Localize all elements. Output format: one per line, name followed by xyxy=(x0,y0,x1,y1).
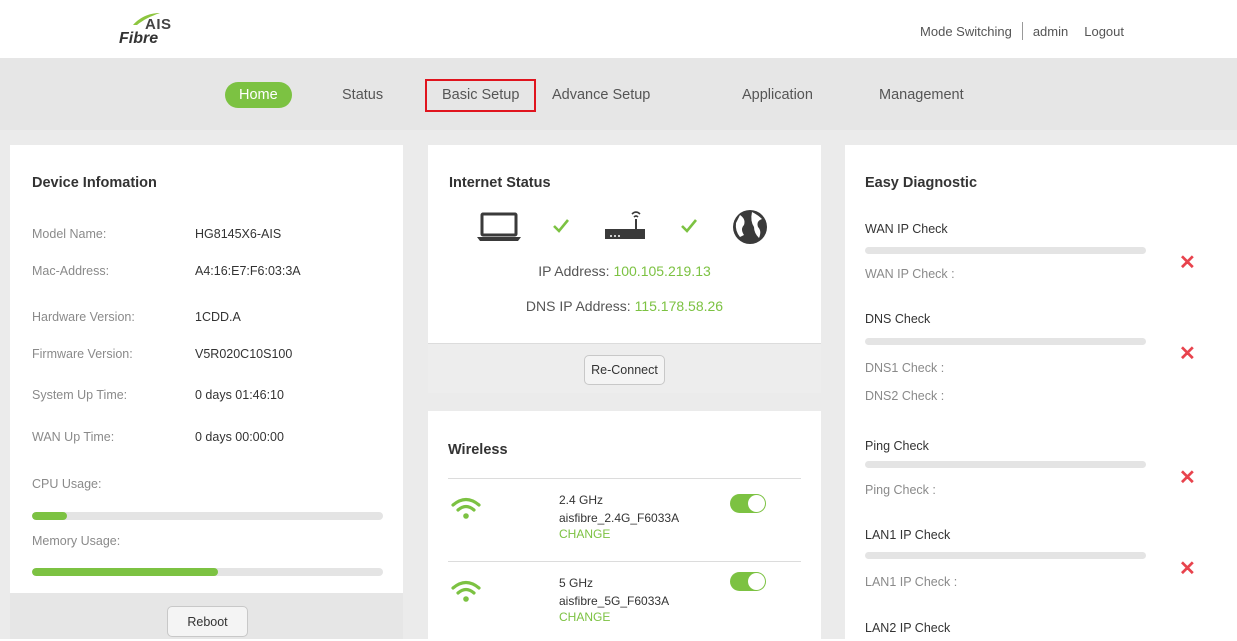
lan1-ip-check-title: LAN1 IP Check xyxy=(865,528,951,542)
cpu-usage-label: CPU Usage: xyxy=(32,477,102,491)
device-information-panel: Device Infomation Model Name: HG8145X6-A… xyxy=(10,145,403,639)
device-row-value: HG8145X6-AIS xyxy=(195,227,282,241)
ping-check-title: Ping Check xyxy=(865,439,929,453)
dns2-check-result: DNS2 Check : xyxy=(865,389,945,403)
wifi-icon xyxy=(451,497,481,519)
ping-check-progress xyxy=(865,461,1146,468)
nav-basic-setup[interactable]: Basic Setup xyxy=(425,79,537,112)
dns-check-title: DNS Check xyxy=(865,312,931,326)
memory-usage-bar xyxy=(32,568,383,576)
fail-icon: ✕ xyxy=(1179,467,1196,489)
wifi-icon xyxy=(451,580,481,602)
ping-check-result: Ping Check : xyxy=(865,483,936,497)
reconnect-button[interactable]: Re-Connect xyxy=(584,355,665,385)
ais-fibre-logo[interactable]: AIS Fibre xyxy=(117,10,197,50)
device-panel-footer: Reboot xyxy=(10,593,403,639)
wireless-ssid: aisfibre_5G_F6033A xyxy=(559,594,670,608)
fail-icon: ✕ xyxy=(1179,558,1196,580)
laptop-icon xyxy=(477,212,521,241)
top-header: AIS Fibre Mode Switching admin Logout xyxy=(0,0,1237,58)
toggle-knob xyxy=(748,495,765,512)
easy-diagnostic-panel: Easy Diagnostic WAN IP Check WAN IP Chec… xyxy=(845,145,1237,639)
check-icon xyxy=(681,219,698,233)
dns1-check-result: DNS1 Check : xyxy=(865,361,945,375)
wireless-band-label: 2.4 GHz xyxy=(559,493,604,507)
device-row-label: Firmware Version: xyxy=(32,347,133,361)
internet-status-panel: Internet Status IP Address: 100.105.219.… xyxy=(428,145,821,393)
check-icon xyxy=(553,219,570,233)
toggle-knob xyxy=(748,573,765,590)
device-row-label: Hardware Version: xyxy=(32,310,135,324)
memory-usage-label: Memory Usage: xyxy=(32,534,121,548)
ip-address-label: IP Address: xyxy=(538,263,610,279)
device-row-value: 0 days 01:46:10 xyxy=(195,388,284,402)
wireless-panel: Wireless 2.4 GHz aisfibre_2.4G_F6033A CH… xyxy=(428,411,821,639)
ip-address-line: IP Address: 100.105.219.13 xyxy=(428,263,821,279)
nav-management[interactable]: Management xyxy=(879,82,964,108)
divider xyxy=(1021,22,1023,40)
nav-home[interactable]: Home xyxy=(225,82,292,108)
dns-address-line: DNS IP Address: 115.178.58.26 xyxy=(428,298,821,314)
logo-text-fibre: Fibre xyxy=(119,30,159,47)
memory-usage-fill xyxy=(32,568,219,576)
device-information-title: Device Infomation xyxy=(32,175,157,191)
wireless-change-link[interactable]: CHANGE xyxy=(559,610,610,624)
wireless-change-link[interactable]: CHANGE xyxy=(559,527,610,541)
easy-diagnostic-title: Easy Diagnostic xyxy=(865,175,978,191)
cpu-usage-bar xyxy=(32,512,383,520)
internet-panel-footer: Re-Connect xyxy=(428,343,821,393)
wireless-ssid: aisfibre_2.4G_F6033A xyxy=(559,511,680,525)
wireless-band-row: 2.4 GHz aisfibre_2.4G_F6033A CHANGE xyxy=(448,478,801,558)
wireless-band-row: 5 GHz aisfibre_5G_F6033A CHANGE xyxy=(448,561,801,641)
lan2-ip-check-title: LAN2 IP Check xyxy=(865,621,951,635)
wan-ip-check-result: WAN IP Check : xyxy=(865,267,955,281)
dns-address-value: 115.178.58.26 xyxy=(634,298,724,314)
device-row-value: V5R020C10S100 xyxy=(195,347,293,361)
cpu-usage-fill xyxy=(32,512,68,520)
wan-ip-check-title: WAN IP Check xyxy=(865,222,948,236)
wireless-toggle[interactable] xyxy=(730,494,766,513)
device-row-label: System Up Time: xyxy=(32,388,128,402)
connection-diagram xyxy=(476,209,776,245)
nav-application[interactable]: Application xyxy=(742,82,813,108)
user-name: admin xyxy=(1032,23,1069,39)
wireless-toggle[interactable] xyxy=(730,572,766,591)
device-row-value: 0 days 00:00:00 xyxy=(195,430,284,444)
lan1-ip-check-progress xyxy=(865,552,1146,559)
device-row-value: A4:16:E7:F6:03:3A xyxy=(195,264,301,278)
device-row-value: 1CDD.A xyxy=(195,310,241,324)
main-nav: Home Status Basic Setup Advance Setup Ap… xyxy=(0,58,1237,130)
device-row-label: Mac-Address: xyxy=(32,264,110,278)
mode-switching-link[interactable]: Mode Switching xyxy=(920,24,1012,39)
device-row-label: WAN Up Time: xyxy=(32,430,115,444)
globe-icon xyxy=(733,210,767,244)
device-row-label: Model Name: xyxy=(32,227,107,241)
top-links: Mode Switching admin Logout xyxy=(920,22,1124,40)
reboot-button[interactable]: Reboot xyxy=(167,606,248,637)
ip-address-value: 100.105.219.13 xyxy=(613,263,711,279)
dns-address-label: DNS IP Address: xyxy=(525,298,631,314)
dns-check-progress xyxy=(865,338,1146,345)
fail-icon: ✕ xyxy=(1179,252,1196,274)
fail-icon: ✕ xyxy=(1179,343,1196,365)
nav-advance-setup[interactable]: Advance Setup xyxy=(552,82,650,108)
nav-status[interactable]: Status xyxy=(342,82,383,108)
internet-status-title: Internet Status xyxy=(449,175,551,191)
wireless-band-label: 5 GHz xyxy=(559,576,594,590)
lan1-ip-check-result: LAN1 IP Check : xyxy=(865,575,958,589)
wireless-title: Wireless xyxy=(448,442,508,458)
wan-ip-check-progress xyxy=(865,247,1146,254)
router-icon xyxy=(605,211,645,239)
logout-link[interactable]: Logout xyxy=(1084,24,1124,39)
